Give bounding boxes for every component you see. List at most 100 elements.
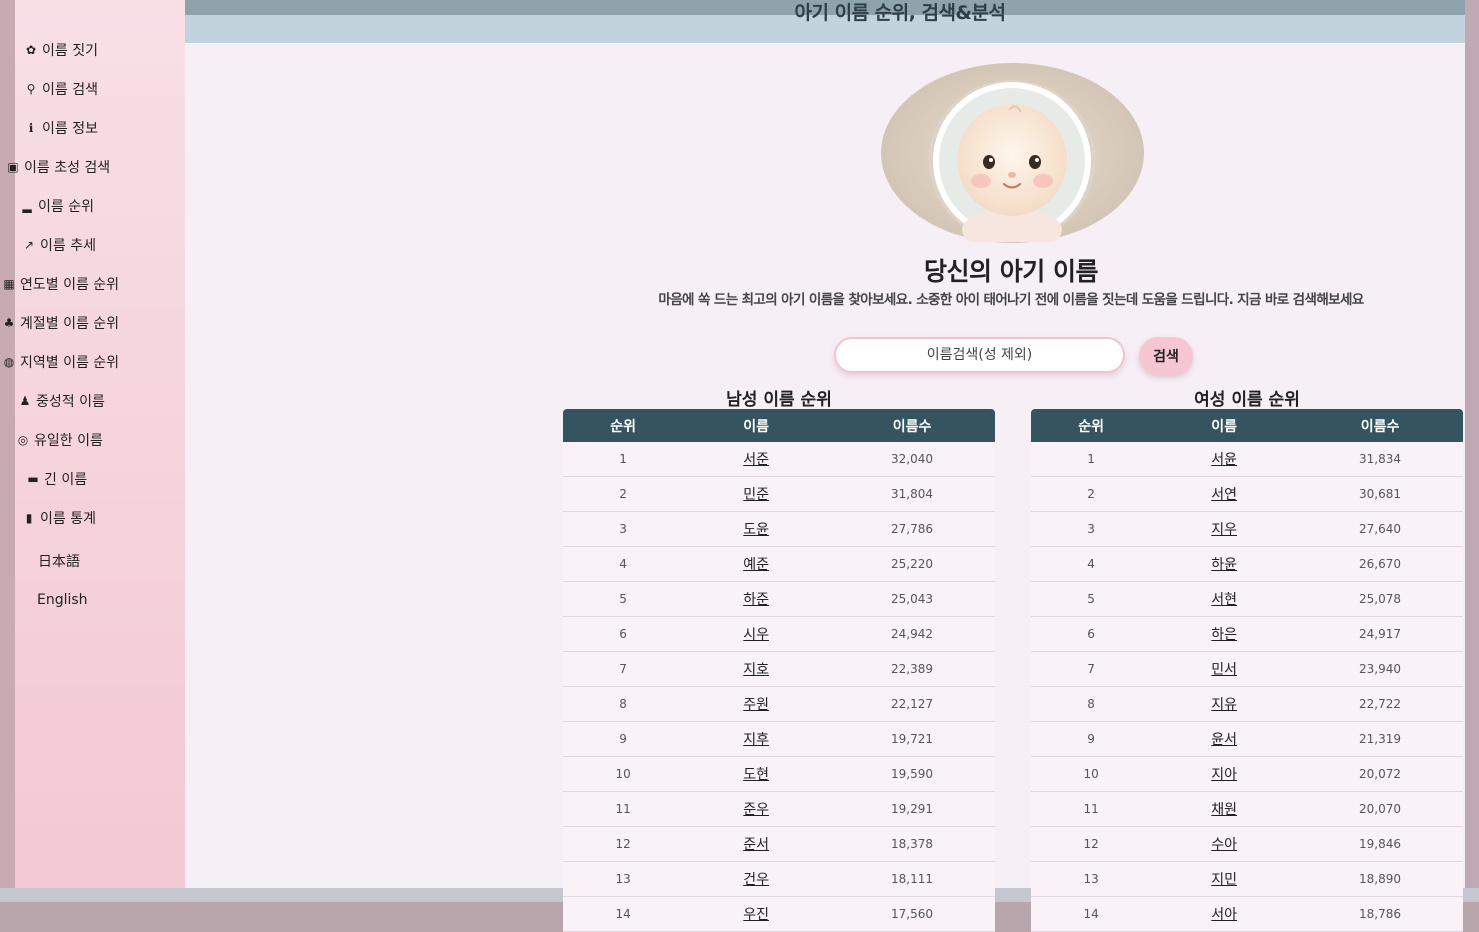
rank-cell: 11 (1031, 791, 1152, 827)
sidebar-item-label: 이름 정보 (42, 121, 98, 137)
sidebar-item-7[interactable]: ♣ 계절별 이름 순위 (1, 313, 119, 333)
name-link[interactable]: 하은 (1211, 627, 1237, 643)
count-cell: 30,681 (1297, 476, 1463, 512)
name-link[interactable]: 민준 (743, 487, 769, 503)
ranking-icon: ▂ (22, 199, 32, 213)
rank-cell: 3 (563, 511, 684, 547)
name-link[interactable]: 예준 (743, 557, 769, 573)
table-row: 2 민준 31,804 (563, 476, 995, 512)
sidebar-item-2[interactable]: ℹ 이름 정보 (23, 118, 98, 138)
count-cell: 31,804 (829, 476, 995, 512)
name-link[interactable]: 서아 (1211, 907, 1237, 923)
name-cell: 지유 (1151, 686, 1298, 722)
table-row: 9 윤서 21,319 (1031, 721, 1463, 757)
name-link[interactable]: 지호 (743, 662, 769, 678)
name-cell: 서연 (1151, 476, 1298, 512)
language-japanese-link[interactable]: 日本語 (38, 551, 80, 571)
column-header-name[interactable]: 이름 (1151, 409, 1298, 442)
sidebar: ✿ 이름 짓기 ⚲ 이름 검색 ℹ 이름 정보 ▣ 이름 초성 검색 ▂ 이름 순위 ↗ 이름 추세 ▦… (3, 0, 185, 888)
sidebar-item-11[interactable]: ▬ 긴 이름 (25, 469, 87, 489)
name-cell: 준우 (683, 791, 830, 827)
column-header-count[interactable]: 이름수 (829, 409, 995, 442)
name-link[interactable]: 지민 (1211, 872, 1237, 888)
rank-cell: 7 (563, 651, 684, 687)
name-link[interactable]: 민서 (1211, 662, 1237, 678)
name-link[interactable]: 서연 (1211, 487, 1237, 503)
sidebar-item-label: 지역별 이름 순위 (20, 355, 120, 371)
name-link[interactable]: 하윤 (1211, 557, 1237, 573)
name-link[interactable]: 도현 (743, 767, 769, 783)
rank-cell: 4 (563, 546, 684, 582)
count-cell: 19,721 (829, 721, 995, 757)
name-link[interactable]: 우진 (743, 907, 769, 923)
name-cell: 하준 (683, 581, 830, 617)
name-link[interactable]: 윤서 (1211, 732, 1237, 748)
sidebar-item-12[interactable]: ▮ 이름 통계 (21, 508, 96, 528)
name-link[interactable]: 지아 (1211, 767, 1237, 783)
name-link[interactable]: 지유 (1211, 697, 1237, 713)
table-row: 3 도윤 27,786 (563, 511, 995, 547)
main-content: 아기 이름 순위, 검색&분석 당신의 아기 이름 마음에 쏙 드는 최고의 아… (185, 0, 1465, 932)
rank-cell: 8 (563, 686, 684, 722)
search-button[interactable]: 검색 (1139, 337, 1193, 375)
column-header-rank[interactable]: 순위 (563, 409, 684, 442)
name-link[interactable]: 건우 (743, 872, 769, 888)
count-cell: 31,834 (1297, 442, 1463, 477)
name-link[interactable]: 서윤 (1211, 452, 1237, 468)
sidebar-item-3[interactable]: ▣ 이름 초성 검색 (5, 157, 110, 177)
name-link[interactable]: 채원 (1211, 802, 1237, 818)
column-header-name[interactable]: 이름 (683, 409, 830, 442)
sidebar-item-label: 유일한 이름 (34, 433, 103, 449)
table-row: 11 채원 20,070 (1031, 791, 1463, 827)
name-cell: 준서 (683, 826, 830, 862)
count-cell: 27,640 (1297, 511, 1463, 547)
table-row: 8 지유 22,722 (1031, 686, 1463, 722)
globe-icon: ◍ (3, 355, 15, 369)
sidebar-item-10[interactable]: ◎ 유일한 이름 (15, 430, 103, 450)
sidebar-item-5[interactable]: ↗ 이름 추세 (21, 235, 96, 255)
count-cell: 20,070 (1297, 791, 1463, 827)
name-link[interactable]: 시우 (743, 627, 769, 643)
table-row: 6 하은 24,917 (1031, 616, 1463, 652)
rank-cell: 6 (1031, 616, 1152, 652)
language-english-link[interactable]: English (37, 592, 88, 608)
chart-icon: ▮ (25, 511, 33, 525)
rank-cell: 5 (563, 581, 684, 617)
sidebar-item-6[interactable]: ▦ 연도별 이름 순위 (1, 274, 119, 294)
name-link[interactable]: 서현 (1211, 592, 1237, 608)
search-icon: ⚲ (26, 82, 36, 96)
column-header-rank[interactable]: 순위 (1031, 409, 1152, 442)
rank-cell: 7 (1031, 651, 1152, 687)
rank-cell: 1 (1031, 442, 1152, 477)
name-link[interactable]: 준서 (743, 837, 769, 853)
name-search-input[interactable] (834, 337, 1125, 373)
table-row: 12 준서 18,378 (563, 826, 995, 862)
count-cell: 21,319 (1297, 721, 1463, 757)
scrollbar-track[interactable] (1465, 0, 1479, 890)
table-row: 7 민서 23,940 (1031, 651, 1463, 687)
name-link[interactable]: 지후 (743, 732, 769, 748)
baby-face-icon (933, 82, 1091, 252)
column-header-count[interactable]: 이름수 (1297, 409, 1463, 442)
sidebar-item-9[interactable]: ♟ 중성적 이름 (17, 391, 105, 411)
name-cell: 민준 (683, 476, 830, 512)
name-cell: 하윤 (1151, 546, 1298, 582)
name-link[interactable]: 준우 (743, 802, 769, 818)
name-link[interactable]: 하준 (743, 592, 769, 608)
sidebar-item-0[interactable]: ✿ 이름 짓기 (23, 40, 98, 60)
sidebar-item-label: 이름 검색 (42, 82, 98, 98)
tree-icon: ♣ (3, 316, 15, 330)
name-cell: 도현 (683, 756, 830, 792)
male-ranking-title: 남성 이름 순위 (726, 390, 832, 410)
sidebar-item-label: 이름 초성 검색 (24, 160, 111, 176)
sidebar-item-4[interactable]: ▂ 이름 순위 (19, 196, 94, 216)
name-link[interactable]: 주원 (743, 697, 769, 713)
rank-cell: 13 (1031, 861, 1152, 897)
sidebar-item-8[interactable]: ◍ 지역별 이름 순위 (1, 352, 119, 372)
sidebar-item-1[interactable]: ⚲ 이름 검색 (23, 79, 98, 99)
name-link[interactable]: 지우 (1211, 522, 1237, 538)
name-link[interactable]: 수아 (1211, 837, 1237, 853)
count-cell: 27,786 (829, 511, 995, 547)
name-link[interactable]: 서준 (743, 452, 769, 468)
name-link[interactable]: 도윤 (743, 522, 769, 538)
